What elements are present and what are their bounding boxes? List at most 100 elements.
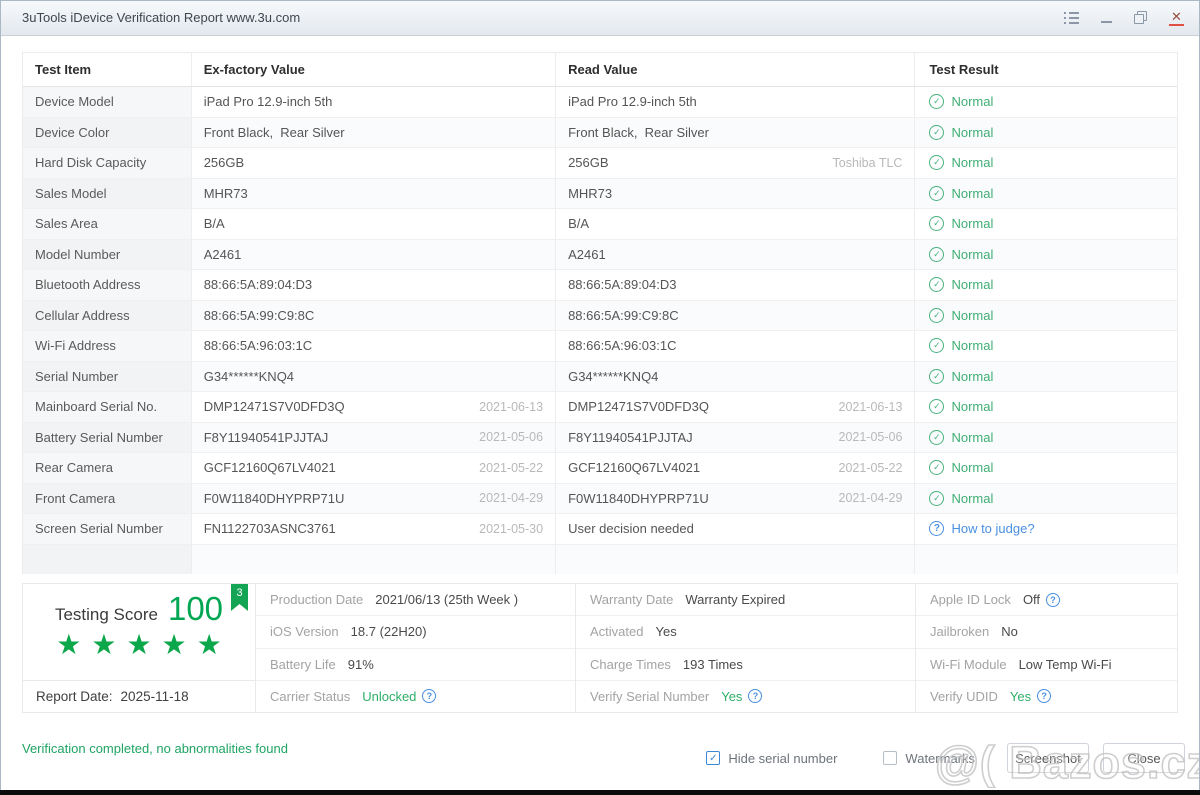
read-value-cell	[555, 545, 914, 575]
summary-field-value: Yes	[655, 624, 676, 639]
test-item-cell: Mainboard Serial No.	[23, 392, 191, 422]
report-date-label: Report Date:	[36, 689, 113, 704]
maximize-button[interactable]	[1134, 11, 1147, 24]
star-icon: ★	[197, 629, 222, 660]
read-value-cell: User decision needed	[555, 514, 914, 544]
summary-field-label: Charge Times	[590, 657, 671, 672]
star-icon: ★	[91, 629, 116, 660]
read-value: iPad Pro 12.9-inch 5th	[568, 94, 697, 109]
help-icon[interactable]: ?	[748, 689, 762, 703]
read-value: User decision needed	[568, 521, 694, 536]
read-value-extra: Toshiba TLC	[833, 156, 903, 170]
ex-factory-date: 2021-05-22	[479, 461, 543, 475]
read-value: 88:66:5A:96:03:1C	[568, 338, 676, 353]
read-value: MHR73	[568, 186, 612, 201]
close-icon: ✕	[1171, 10, 1182, 23]
table-row: Front Camera F0W11840DHYPRP71U2021-04-29…	[23, 483, 1177, 514]
watermarks-label[interactable]: Watermarks	[905, 751, 975, 766]
test-item-label: Sales Area	[35, 216, 98, 231]
hide-serial-group: ✓ Hide serial number	[706, 751, 837, 766]
test-item-label: Screen Serial Number	[35, 521, 163, 536]
close-button[interactable]: ✕	[1169, 10, 1184, 26]
summary-field-value: Yes	[1010, 689, 1031, 704]
test-item-label: Serial Number	[35, 369, 118, 384]
ex-factory-value-cell: G34******KNQ4	[191, 362, 555, 392]
screenshot-button[interactable]: Screenshot	[1007, 743, 1089, 773]
test-result-cell: ✓Normal	[914, 362, 1177, 392]
table-row: Wi-Fi Address 88:66:5A:96:03:1C 88:66:5A…	[23, 330, 1177, 361]
test-item-cell: Sales Model	[23, 179, 191, 209]
ex-factory-value-cell: iPad Pro 12.9-inch 5th	[191, 87, 555, 117]
table-row: Battery Serial Number F8Y11940541PJJTAJ2…	[23, 422, 1177, 453]
test-item-label: Device Color	[35, 125, 109, 140]
ex-factory-value: Front Black, Rear Silver	[204, 125, 345, 140]
close-report-button[interactable]: Close	[1103, 743, 1185, 773]
hide-serial-checkbox[interactable]: ✓	[706, 751, 720, 765]
table-row: Model Number A2461 A2461 ✓ Normal	[23, 239, 1177, 270]
summary-field-label: Battery Life	[270, 657, 336, 672]
ex-factory-value: B/A	[204, 216, 225, 231]
ex-factory-value: iPad Pro 12.9-inch 5th	[204, 94, 333, 109]
test-result-text: Normal	[951, 247, 993, 262]
summary-field: Activated Yes	[576, 616, 915, 648]
read-value: F8Y11940541PJJTAJ	[568, 430, 693, 445]
normal-check-icon: ✓	[929, 308, 944, 323]
test-result-cell: ✓Normal	[914, 392, 1177, 422]
bottom-black-strip	[0, 790, 1200, 795]
summary-field-value: 91%	[348, 657, 374, 672]
table-row: Device Color Front Black, Rear Silver Fr…	[23, 117, 1177, 148]
read-value: 88:66:5A:89:04:D3	[568, 277, 676, 292]
menu-icon[interactable]	[1064, 12, 1079, 24]
test-item-cell: Serial Number	[23, 362, 191, 392]
summary-field-label: Wi-Fi Module	[930, 657, 1007, 672]
normal-check-icon: ✓	[929, 399, 944, 414]
ex-factory-value: FN1122703ASNC3761	[204, 521, 336, 536]
header-ex-factory-value: Ex-factory Value	[191, 53, 555, 86]
test-item-label: Model Number	[35, 247, 120, 262]
table-row: Hard Disk Capacity 256GB 256GBToshiba TL…	[23, 147, 1177, 178]
help-icon[interactable]: ?	[1046, 593, 1060, 607]
test-result-cell: ✓Normal	[914, 87, 1177, 117]
normal-check-icon: ✓	[929, 247, 944, 262]
summary-field-label: Verify UDID	[930, 689, 998, 704]
help-icon[interactable]: ?	[1037, 689, 1051, 703]
how-to-judge-link[interactable]: How to judge?	[951, 521, 1034, 536]
read-value: DMP12471S7V0DFD3Q	[568, 399, 709, 414]
summary-field: Battery Life 91%	[256, 649, 575, 681]
test-item-cell: Wi-Fi Address	[23, 331, 191, 361]
summary-field: Carrier Status Unlocked ?	[256, 681, 575, 712]
ex-factory-value-cell: 256GB	[191, 148, 555, 178]
header-test-item: Test Item	[23, 53, 191, 86]
table-row: Device Model iPad Pro 12.9-inch 5th iPad…	[23, 86, 1177, 117]
header-read-value: Read Value	[555, 53, 914, 86]
table-row: Sales Area B/A B/A ✓Normal	[23, 208, 1177, 239]
hide-serial-label[interactable]: Hide serial number	[728, 751, 837, 766]
table-row: Sales Model MHR73 MHR73 ✓Normal	[23, 178, 1177, 209]
ex-factory-value: G34******KNQ4	[204, 369, 294, 384]
ex-factory-value: A2461	[204, 247, 242, 262]
normal-check-icon: ✓	[929, 186, 944, 201]
test-result-text: Normal	[951, 430, 993, 445]
read-value-cell: iPad Pro 12.9-inch 5th	[555, 87, 914, 117]
minimize-button[interactable]	[1101, 13, 1112, 23]
watermarks-checkbox[interactable]: ✓	[883, 751, 897, 765]
summary-field: Verify UDID Yes ?	[916, 681, 1177, 712]
read-value-cell: A2461	[555, 240, 914, 270]
question-icon[interactable]: ?	[929, 521, 944, 536]
read-value-cell: 88:66:5A:99:C9:8C	[555, 301, 914, 331]
read-value: B/A	[568, 216, 589, 231]
normal-check-icon: ✓	[929, 491, 944, 506]
summary-field-value: Unlocked	[362, 689, 416, 704]
test-item-label: Rear Camera	[35, 460, 113, 475]
summary-field-value: 193 Times	[683, 657, 743, 672]
ex-factory-value-cell: Front Black, Rear Silver	[191, 118, 555, 148]
summary-column-2: Warranty Date Warranty Expired Activated…	[576, 584, 916, 712]
ex-factory-value-cell: FN1122703ASNC37612021-05-30	[191, 514, 555, 544]
summary-field-value: 2021/06/13 (25th Week )	[375, 592, 518, 607]
test-result-cell: ✓Normal	[914, 148, 1177, 178]
summary-field: Production Date 2021/06/13 (25th Week )	[256, 584, 575, 616]
read-value-extra: 2021-04-29	[839, 491, 903, 505]
help-icon[interactable]: ?	[422, 689, 436, 703]
normal-check-icon: ✓	[929, 94, 944, 109]
summary-field: iOS Version 18.7 (22H20)	[256, 616, 575, 648]
